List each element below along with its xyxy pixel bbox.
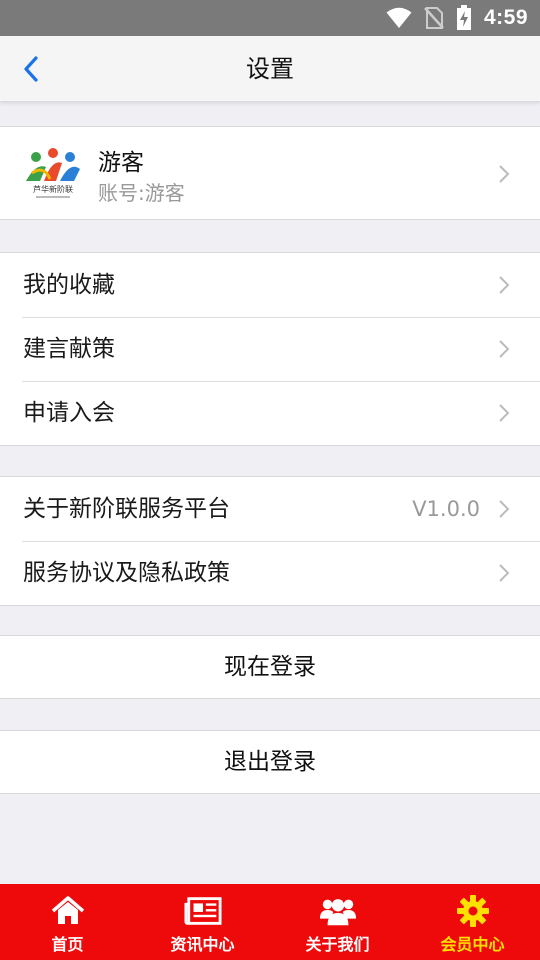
menu-group-1: 我的收藏 建言献策 申请入会 [0, 252, 540, 446]
chevron-right-icon [499, 500, 510, 518]
profile-name: 游客 [98, 150, 144, 176]
menu-item-privacy-policy[interactable]: 服务协议及隐私政策 [0, 541, 540, 605]
newspaper-icon [183, 897, 222, 925]
menu-item-label: 服务协议及隐私政策 [23, 560, 230, 586]
chevron-right-icon [499, 564, 510, 582]
status-icons: 4:59 [386, 0, 528, 36]
chevron-right-icon [499, 165, 510, 183]
version-value: V1.0.0 [412, 497, 480, 521]
profile-account: 账号:游客 [98, 181, 185, 205]
tab-home[interactable]: 首页 [0, 884, 135, 960]
tab-label: 关于我们 [305, 935, 370, 954]
chevron-right-icon [499, 404, 510, 422]
tab-label: 会员中心 [440, 935, 505, 954]
menu-item-favorites[interactable]: 我的收藏 [0, 253, 540, 317]
login-button[interactable]: 现在登录 [0, 635, 540, 699]
status-bar: 4:59 [0, 0, 540, 36]
nav-bar: 设置 [0, 36, 540, 102]
page-title: 设置 [246, 55, 294, 83]
no-sim-icon [424, 7, 444, 29]
tab-label: 资讯中心 [170, 935, 235, 954]
wifi-icon [386, 7, 412, 28]
group-icon [319, 899, 356, 926]
home-icon [51, 896, 84, 924]
tab-about-us[interactable]: 关于我们 [270, 884, 405, 960]
menu-item-apply-membership[interactable]: 申请入会 [0, 381, 540, 445]
avatar: 芦华新阶联 [26, 148, 80, 198]
tab-bar: 首页 资讯中心 关于我们 会员中心 [0, 884, 540, 960]
battery-charging-icon [456, 5, 471, 30]
tab-member-center[interactable]: 会员中心 [405, 884, 540, 960]
menu-item-label: 建言献策 [23, 336, 115, 362]
avatar-logo-text: 芦华新阶联 [33, 184, 73, 194]
status-time: 4:59 [483, 6, 528, 29]
tab-news[interactable]: 资讯中心 [135, 884, 270, 960]
menu-item-about-platform[interactable]: 关于新阶联服务平台 V1.0.0 [0, 477, 540, 541]
menu-item-label: 申请入会 [23, 400, 115, 426]
profile-card[interactable]: 芦华新阶联 游客 账号:游客 [0, 126, 540, 220]
gear-icon [456, 895, 489, 927]
tab-label: 首页 [51, 935, 84, 954]
chevron-right-icon [499, 276, 510, 294]
menu-item-suggestions[interactable]: 建言献策 [0, 317, 540, 381]
logout-button[interactable]: 退出登录 [0, 730, 540, 794]
menu-item-label: 关于新阶联服务平台 [23, 496, 230, 522]
menu-item-label: 我的收藏 [23, 272, 115, 298]
menu-group-2: 关于新阶联服务平台 V1.0.0 服务协议及隐私政策 [0, 476, 540, 606]
chevron-right-icon [499, 340, 510, 358]
